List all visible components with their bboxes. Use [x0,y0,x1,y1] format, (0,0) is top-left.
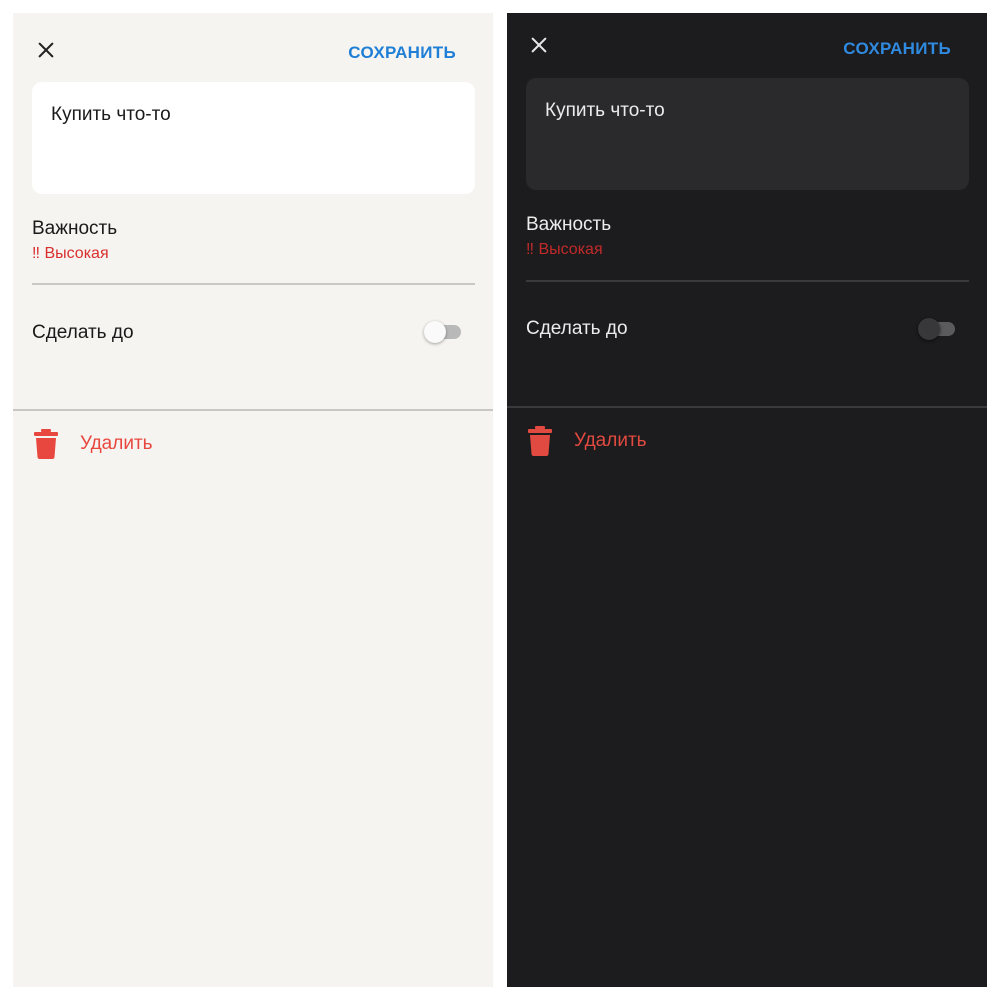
trash-icon [34,429,58,459]
importance-value[interactable]: ‼ Высокая [32,245,109,263]
delete-button[interactable]: Удалить [526,425,726,459]
task-text: Купить что-то [545,100,665,121]
toggle-knob [424,321,446,343]
light-theme-panel: СОХРАНИТЬ Купить что-то Важность ‼ Высок… [13,13,493,987]
importance-label[interactable]: Важность [526,214,611,236]
deadline-label: Сделать до [32,322,134,343]
divider [32,283,475,285]
delete-label: Удалить [574,430,647,451]
deadline-toggle[interactable] [424,321,462,343]
task-text-field[interactable]: Купить что-то [526,78,969,190]
toggle-knob [918,318,940,340]
divider [526,280,969,282]
save-button[interactable]: СОХРАНИТЬ [348,43,456,63]
importance-label[interactable]: Важность [32,218,117,240]
section-divider [13,409,493,411]
deadline-label: Сделать до [526,318,628,339]
close-icon[interactable] [35,39,57,61]
delete-button[interactable]: Удалить [32,428,232,462]
close-icon[interactable] [528,34,550,56]
trash-icon [528,426,552,456]
section-divider [507,406,987,408]
deadline-toggle[interactable] [918,318,956,340]
task-text: Купить что-то [51,104,171,125]
delete-label: Удалить [80,433,153,454]
importance-value[interactable]: ‼ Высокая [526,241,603,259]
task-text-field[interactable]: Купить что-то [32,82,475,194]
save-button[interactable]: СОХРАНИТЬ [843,39,951,59]
dark-theme-panel: СОХРАНИТЬ Купить что-то Важность ‼ Высок… [507,13,987,987]
